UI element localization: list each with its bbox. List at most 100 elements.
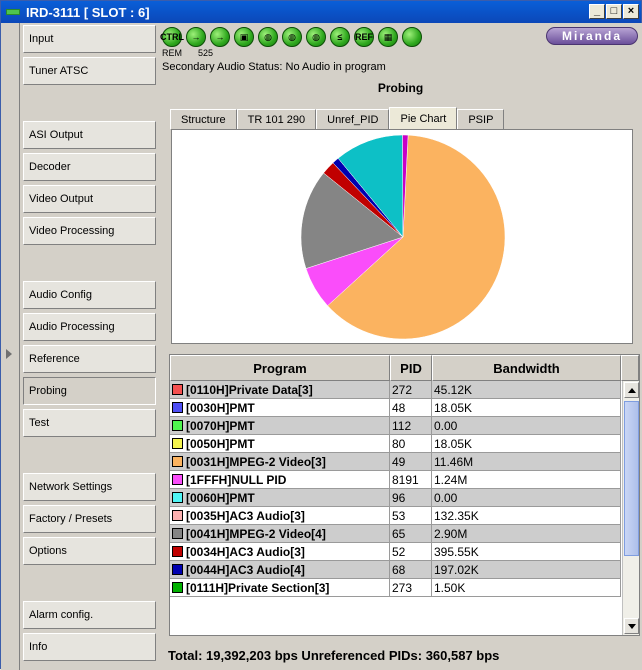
sidebar-item-input[interactable]: Input xyxy=(23,25,156,53)
table-row[interactable]: [0031H]MPEG-2 Video[3] 49 11.46M xyxy=(170,453,621,471)
sidebar-item-options[interactable]: Options xyxy=(23,537,156,565)
table-row[interactable]: [0110H]Private Data[3] 272 45.12K xyxy=(170,381,621,399)
header-program[interactable]: Program xyxy=(170,355,390,381)
program-name: [0050H]PMT xyxy=(186,436,255,451)
speaker-icon[interactable]: ◍ xyxy=(258,27,278,47)
pid-cell: 49 xyxy=(390,453,432,471)
program-cell: [0060H]PMT xyxy=(170,489,390,507)
table-row[interactable]: [0041H]MPEG-2 Video[4] 65 2.90M xyxy=(170,525,621,543)
sidebar-item-tuner-atsc[interactable]: Tuner ATSC xyxy=(23,57,156,85)
pid-cell: 273 xyxy=(390,579,432,597)
sidebar-item-network-settings[interactable]: Network Settings xyxy=(23,473,156,501)
program-name: [0110H]Private Data[3] xyxy=(186,382,313,397)
scroll-up-button[interactable] xyxy=(624,382,639,398)
color-swatch xyxy=(172,456,183,467)
scroll-down-button[interactable] xyxy=(624,618,639,634)
table-header: Program PID Bandwidth xyxy=(170,355,639,381)
program-cell: [0050H]PMT xyxy=(170,435,390,453)
color-swatch xyxy=(172,438,183,449)
arrow-right-icon[interactable]: → xyxy=(186,27,206,47)
sidebar-item-decoder[interactable]: Decoder xyxy=(23,153,156,181)
tab-structure[interactable]: Structure xyxy=(170,109,237,129)
scroll-thumb[interactable] xyxy=(624,401,639,556)
status-green-icon[interactable] xyxy=(402,27,422,47)
table-row[interactable]: [1FFFH]NULL PID 8191 1.24M xyxy=(170,471,621,489)
bandwidth-cell: 18.05K xyxy=(432,399,621,417)
page-title: Probing xyxy=(377,81,424,95)
maximize-button[interactable]: □ xyxy=(606,4,622,19)
color-swatch xyxy=(172,420,183,431)
ctrl-icon[interactable]: CTRL xyxy=(160,27,184,47)
color-swatch xyxy=(172,564,183,575)
sidebar-item-video-processing[interactable]: Video Processing xyxy=(23,217,156,245)
sidebar-item-reference[interactable]: Reference xyxy=(23,345,156,373)
table-scrollbar[interactable] xyxy=(622,381,639,635)
program-name: [1FFFH]NULL PID xyxy=(186,472,287,487)
video-icon[interactable]: ▦ xyxy=(378,27,398,47)
program-cell: [0110H]Private Data[3] xyxy=(170,381,390,399)
bandwidth-cell: 395.55K xyxy=(432,543,621,561)
table-row[interactable]: [0070H]PMT 112 0.00 xyxy=(170,417,621,435)
bandwidth-cell: 132.35K xyxy=(432,507,621,525)
sidebar-item-probing[interactable]: Probing xyxy=(23,377,156,405)
tab-pie-chart[interactable]: Pie Chart xyxy=(389,107,458,129)
table-row[interactable]: [0060H]PMT 96 0.00 xyxy=(170,489,621,507)
total-bitrate: Total: 19,392,203 bps Unreferenced PIDs:… xyxy=(168,648,500,663)
collapse-strip[interactable] xyxy=(1,23,20,670)
color-swatch xyxy=(172,582,183,593)
header-bandwidth[interactable]: Bandwidth xyxy=(432,355,621,381)
program-cell: [1FFFH]NULL PID xyxy=(170,471,390,489)
sidebar-item-audio-processing[interactable]: Audio Processing xyxy=(23,313,156,341)
header-corner xyxy=(621,355,639,381)
program-cell: [0030H]PMT xyxy=(170,399,390,417)
color-swatch xyxy=(172,510,183,521)
table-row[interactable]: [0030H]PMT 48 18.05K xyxy=(170,399,621,417)
sidebar-item-asi-output[interactable]: ASI Output xyxy=(23,121,156,149)
film-icon[interactable]: ▣ xyxy=(234,27,254,47)
pid-cell: 96 xyxy=(390,489,432,507)
pid-cell: 65 xyxy=(390,525,432,543)
table-row[interactable]: [0111H]Private Section[3] 273 1.50K xyxy=(170,579,621,597)
header-pid[interactable]: PID xyxy=(390,355,432,381)
sidebar-item-test[interactable]: Test xyxy=(23,409,156,437)
pid-cell: 80 xyxy=(390,435,432,453)
tab-unref-pid[interactable]: Unref_PID xyxy=(316,109,390,129)
program-name: [0034H]AC3 Audio[3] xyxy=(186,544,305,559)
main-panel: Miranda REM 525 CTRL → → ▣ ◍ ◍ ◍ ≤ REF ▦ Secondar… xyxy=(158,23,642,670)
table-row[interactable]: [0035H]AC3 Audio[3] 53 132.35K xyxy=(170,507,621,525)
speaker-icon[interactable]: ◍ xyxy=(282,27,302,47)
title-bar[interactable]: IRD-3111 [ SLOT : 6] _ □ × xyxy=(1,1,641,23)
tab-psip[interactable]: PSIP xyxy=(457,109,505,129)
close-button[interactable]: × xyxy=(623,4,639,19)
rem-label: REM xyxy=(162,48,182,58)
pid-cell: 53 xyxy=(390,507,432,525)
program-cell: [0035H]AC3 Audio[3] xyxy=(170,507,390,525)
table-row[interactable]: [0050H]PMT 80 18.05K xyxy=(170,435,621,453)
program-name: [0060H]PMT xyxy=(186,490,255,505)
sidebar-item-audio-config[interactable]: Audio Config xyxy=(23,281,156,309)
program-name: [0035H]AC3 Audio[3] xyxy=(186,508,305,523)
tab-tr-101-290[interactable]: TR 101 290 xyxy=(236,109,317,129)
program-name: [0030H]PMT xyxy=(186,400,255,415)
line-standard-label: 525 xyxy=(198,48,214,58)
bandwidth-cell: 2.90M xyxy=(432,525,621,543)
sidebar-item-video-output[interactable]: Video Output xyxy=(23,185,156,213)
less-equal-icon[interactable]: ≤ xyxy=(330,27,350,47)
pid-cell: 52 xyxy=(390,543,432,561)
table-row[interactable]: [0034H]AC3 Audio[3] 52 395.55K xyxy=(170,543,621,561)
minimize-button[interactable]: _ xyxy=(589,4,605,19)
program-name: [0041H]MPEG-2 Video[4] xyxy=(186,526,326,541)
pie-chart-panel xyxy=(171,129,633,344)
sidebar-item-info[interactable]: Info xyxy=(23,633,156,661)
sidebar-item-alarm-config[interactable]: Alarm config. xyxy=(23,601,156,629)
color-swatch xyxy=(172,528,183,539)
table-row[interactable]: [0044H]AC3 Audio[4] 68 197.02K xyxy=(170,561,621,579)
expand-arrow-icon[interactable] xyxy=(6,349,12,359)
window-title: IRD-3111 [ SLOT : 6] xyxy=(26,4,150,20)
arrow-right-icon[interactable]: → xyxy=(210,27,230,47)
program-cell: [0070H]PMT xyxy=(170,417,390,435)
ref-icon[interactable]: REF xyxy=(354,27,374,47)
audio-lock-icon[interactable]: ◍ xyxy=(306,27,326,47)
miranda-logo: Miranda xyxy=(546,27,638,45)
sidebar-item-factory-presets[interactable]: Factory / Presets xyxy=(23,505,156,533)
